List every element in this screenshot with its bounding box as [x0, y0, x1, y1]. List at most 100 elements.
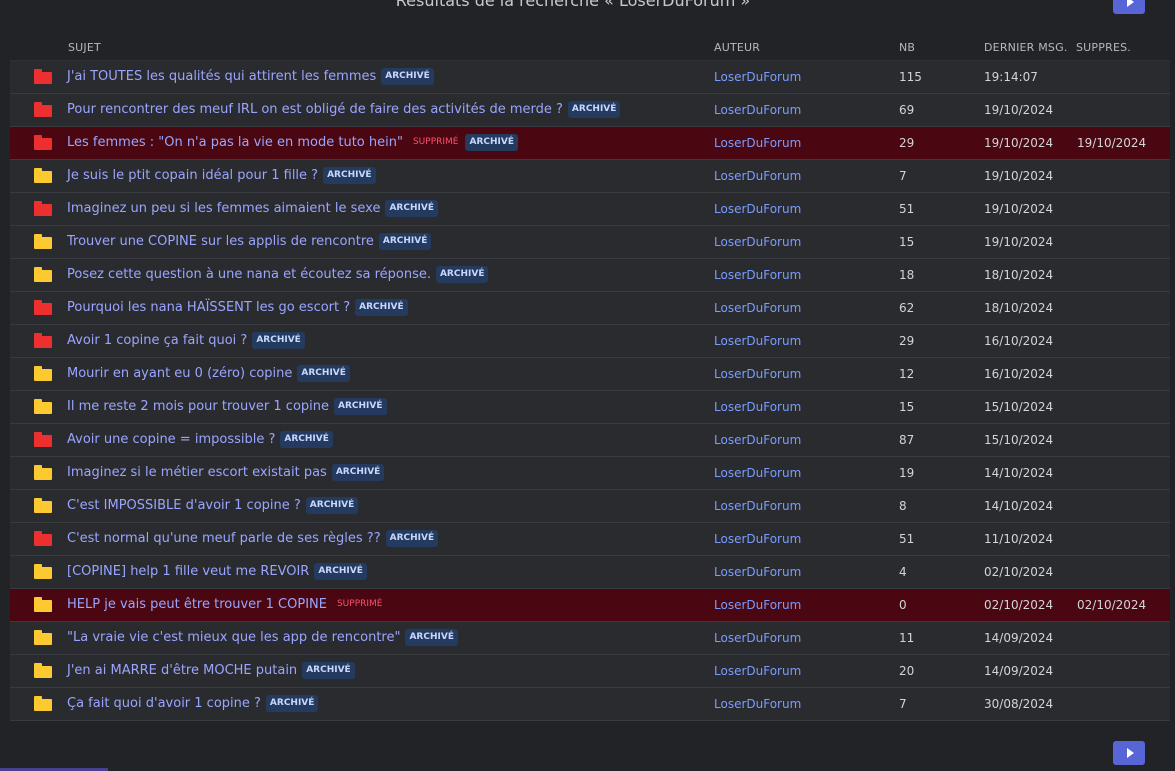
last-message-date: 16/10/2024	[984, 367, 1054, 381]
author-link[interactable]: LoserDuForum	[714, 334, 801, 348]
subject-cell: C'est IMPOSSIBLE d'avoir 1 copine ? ARCHI…	[67, 497, 359, 514]
topic-link[interactable]: C'est IMPOSSIBLE d'avoir 1 copine ?	[67, 498, 301, 513]
table-row: Les femmes : "On n'a pas la vie en mode …	[10, 127, 1170, 160]
topic-link[interactable]: J'ai TOUTES les qualités qui attirent le…	[67, 69, 376, 84]
header-deleted[interactable]: SUPPRES.	[1076, 41, 1131, 54]
topic-link[interactable]: Imaginez un peu si les femmes aimaient l…	[67, 201, 380, 216]
folder-icon	[34, 663, 52, 678]
author-link[interactable]: LoserDuForum	[714, 235, 801, 249]
folder-icon	[34, 300, 52, 315]
topic-link[interactable]: Posez cette question à une nana et écout…	[67, 267, 431, 282]
topic-link[interactable]: Avoir une copine = impossible ?	[67, 432, 275, 447]
table-row: Pourquoi les nana HAÏSSENT les go escort…	[10, 292, 1170, 325]
table-row: Imaginez un peu si les femmes aimaient l…	[10, 193, 1170, 226]
table-row: Il me reste 2 mois pour trouver 1 copine…	[10, 391, 1170, 424]
table-row: HELP je vais peut être trouver 1 COPINE S…	[10, 589, 1170, 622]
deleted-badge: SUPPRIMÉ	[412, 137, 459, 147]
topic-link[interactable]: Pourquoi les nana HAÏSSENT les go escort…	[67, 300, 350, 315]
author-link[interactable]: LoserDuForum	[714, 433, 801, 447]
topic-link[interactable]: Les femmes : "On n'a pas la vie en mode …	[67, 135, 403, 150]
folder-icon	[34, 432, 52, 447]
author-link[interactable]: LoserDuForum	[714, 136, 801, 150]
message-count: 15	[899, 400, 915, 414]
topic-link[interactable]: Avoir 1 copine ça fait quoi ?	[67, 333, 247, 348]
header-subject[interactable]: SUJET	[68, 41, 101, 54]
topic-link[interactable]: Ça fait quoi d'avoir 1 copine ?	[67, 696, 261, 711]
topic-link[interactable]: Pour rencontrer des meuf IRL on est obli…	[67, 102, 563, 117]
folder-icon	[34, 498, 52, 513]
author-link[interactable]: LoserDuForum	[714, 103, 801, 117]
message-count: 11	[899, 631, 915, 645]
subject-cell: Trouver une COPINE sur les applis de ren…	[67, 233, 432, 250]
message-count: 0	[899, 598, 907, 612]
author-link[interactable]: LoserDuForum	[714, 631, 801, 645]
author-link[interactable]: LoserDuForum	[714, 367, 801, 381]
topic-link[interactable]: HELP je vais peut être trouver 1 COPINE	[67, 597, 327, 612]
subject-cell: Avoir une copine = impossible ? ARCHIVÉ	[67, 431, 333, 448]
message-count: 7	[899, 697, 907, 711]
message-count: 18	[899, 268, 915, 282]
last-message-date: 11/10/2024	[984, 532, 1054, 546]
deleted-date: 19/10/2024	[1077, 136, 1147, 150]
next-page-button-bottom[interactable]	[1113, 741, 1145, 765]
folder-icon	[34, 465, 52, 480]
topic-link[interactable]: Imaginez si le métier escort existait pa…	[67, 465, 327, 480]
author-link[interactable]: LoserDuForum	[714, 697, 801, 711]
folder-icon	[34, 267, 52, 282]
last-message-date: 19/10/2024	[984, 202, 1054, 216]
header-last-message[interactable]: DERNIER MSG.	[984, 41, 1068, 54]
author-link[interactable]: LoserDuForum	[714, 202, 801, 216]
author-link[interactable]: LoserDuForum	[714, 70, 801, 84]
triangle-right-icon	[1126, 748, 1134, 758]
next-page-button-top[interactable]	[1113, 0, 1145, 14]
last-message-date: 19/10/2024	[984, 103, 1054, 117]
topic-link[interactable]: J'en ai MARRE d'être MOCHE putain	[67, 663, 297, 678]
message-count: 51	[899, 202, 915, 216]
folder-icon	[34, 135, 52, 150]
triangle-right-icon	[1126, 0, 1134, 7]
author-link[interactable]: LoserDuForum	[714, 499, 801, 513]
topic-link[interactable]: Trouver une COPINE sur les applis de ren…	[67, 234, 374, 249]
author-link[interactable]: LoserDuForum	[714, 532, 801, 546]
header-count[interactable]: NB	[899, 41, 915, 54]
subject-cell: Imaginez un peu si les femmes aimaient l…	[67, 200, 438, 217]
folder-icon	[34, 102, 52, 117]
last-message-date: 14/09/2024	[984, 664, 1054, 678]
message-count: 7	[899, 169, 907, 183]
author-link[interactable]: LoserDuForum	[714, 664, 801, 678]
header-author[interactable]: AUTEUR	[714, 41, 760, 54]
table-row: [COPINE] help 1 fille veut me REVOIR ARCH…	[10, 556, 1170, 589]
author-link[interactable]: LoserDuForum	[714, 268, 801, 282]
archived-badge: ARCHIVÉ	[385, 200, 438, 217]
topic-link[interactable]: Il me reste 2 mois pour trouver 1 copine	[67, 399, 329, 414]
author-link[interactable]: LoserDuForum	[714, 565, 801, 579]
deleted-date: 02/10/2024	[1077, 598, 1147, 612]
author-link[interactable]: LoserDuForum	[714, 400, 801, 414]
author-link[interactable]: LoserDuForum	[714, 301, 801, 315]
folder-icon	[34, 531, 52, 546]
topic-link[interactable]: C'est normal qu'une meuf parle de ses rè…	[67, 531, 381, 546]
topic-link[interactable]: [COPINE] help 1 fille veut me REVOIR	[67, 564, 309, 579]
message-count: 115	[899, 70, 922, 84]
author-link[interactable]: LoserDuForum	[714, 598, 801, 612]
topic-link[interactable]: Mourir en ayant eu 0 (zéro) copine	[67, 366, 292, 381]
topic-link[interactable]: Je suis le ptit copain idéal pour 1 fill…	[67, 168, 318, 183]
last-message-date: 15/10/2024	[984, 433, 1054, 447]
subject-cell: Avoir 1 copine ça fait quoi ? ARCHIVÉ	[67, 332, 305, 349]
last-message-date: 14/10/2024	[984, 499, 1054, 513]
table-row: C'est IMPOSSIBLE d'avoir 1 copine ? ARCHI…	[10, 490, 1170, 523]
message-count: 8	[899, 499, 907, 513]
archived-badge: ARCHIVÉ	[297, 365, 350, 382]
table-row: Avoir 1 copine ça fait quoi ? ARCHIVÉ Lose…	[10, 325, 1170, 358]
author-link[interactable]: LoserDuForum	[714, 169, 801, 183]
table-row: Ça fait quoi d'avoir 1 copine ? ARCHIVÉ Lo…	[10, 688, 1170, 721]
subject-cell: Imaginez si le métier escort existait pa…	[67, 464, 385, 481]
author-link[interactable]: LoserDuForum	[714, 466, 801, 480]
topic-link[interactable]: "La vraie vie c'est mieux que les app de…	[67, 630, 400, 645]
results-table: SUJET AUTEUR NB DERNIER MSG. SUPPRES. J'…	[10, 35, 1170, 721]
archived-badge: ARCHIVÉ	[435, 266, 489, 283]
last-message-date: 14/09/2024	[984, 631, 1054, 645]
subject-cell: Pour rencontrer des meuf IRL on est obli…	[67, 101, 621, 118]
archived-badge: ARCHIVÉ	[323, 167, 376, 184]
folder-icon	[34, 69, 52, 84]
